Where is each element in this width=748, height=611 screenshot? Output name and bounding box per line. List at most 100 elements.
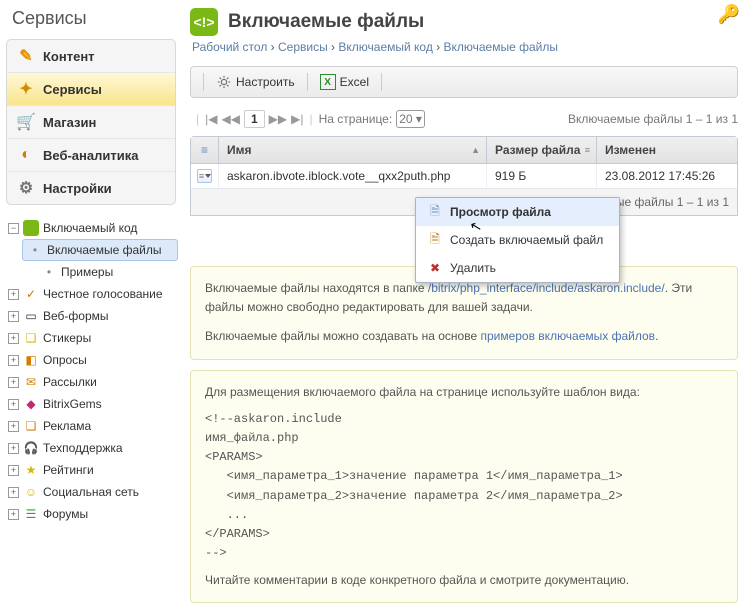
pager-next-icon[interactable]: ▶▶ xyxy=(269,112,287,126)
context-menu: 🗎 Просмотр файла 🗎 Создать включаемый фа… xyxy=(415,197,620,283)
tree-toggle-icon[interactable]: + xyxy=(8,333,19,344)
excel-label: Excel xyxy=(340,75,369,89)
tree-item-0[interactable]: − Включаемый код xyxy=(8,217,178,239)
nav-item-2[interactable]: 🛒 Магазин xyxy=(7,106,175,139)
col-name-header[interactable]: Имя▲ xyxy=(219,137,487,163)
tree-item-12[interactable]: +☺Социальная сеть xyxy=(8,481,178,503)
tree-item-8[interactable]: + ◆ BitrixGems xyxy=(8,393,178,415)
context-delete[interactable]: ✖ Удалить xyxy=(416,254,619,282)
tree-icon: ❏ xyxy=(23,418,39,434)
tree-icon: ◆ xyxy=(23,396,39,412)
tree-toggle-icon[interactable]: − xyxy=(8,223,19,234)
tree-toggle-icon[interactable]: + xyxy=(8,289,19,300)
tree-toggle-icon[interactable]: + xyxy=(8,465,19,476)
tree-item-1[interactable]: •Включаемые файлы xyxy=(22,239,178,261)
col-menu-header[interactable]: ≡ xyxy=(191,137,219,163)
tree-toggle-icon[interactable]: + xyxy=(8,487,19,498)
nav-item-3[interactable]: ◐ Веб-аналитика xyxy=(7,139,175,172)
pager: | |◀ ◀◀ 1 ▶▶ ▶| | На странице: 20 ▾ Вклю… xyxy=(190,110,738,128)
tree-label: Примеры xyxy=(61,265,113,279)
pager-first-icon[interactable]: |◀ xyxy=(205,112,217,126)
tree-icon: ✓ xyxy=(23,286,39,302)
tree-icon: 🎧 xyxy=(23,440,39,456)
nav-icon: ◐ xyxy=(17,146,35,164)
tree-label: Социальная сеть xyxy=(43,485,139,499)
page-title: Включаемые файлы xyxy=(228,11,424,33)
tree-label: Стикеры xyxy=(43,331,91,345)
nav-item-4[interactable]: ⚙ Настройки xyxy=(7,172,175,204)
tree-toggle-icon[interactable]: + xyxy=(8,421,19,432)
nav-label: Веб-аналитика xyxy=(43,148,138,163)
tree-label: Честное голосование xyxy=(43,287,163,301)
nav-item-1[interactable]: ✦Сервисы xyxy=(7,73,175,106)
gear-icon xyxy=(216,74,232,90)
delete-icon: ✖ xyxy=(426,260,444,276)
tree-icon: ▭ xyxy=(23,308,39,324)
breadcrumb-link[interactable]: Сервисы xyxy=(278,40,328,54)
nav-label: Магазин xyxy=(43,115,96,130)
cell-date: 23.08.2012 17:45:26 xyxy=(597,164,737,188)
nav-icon: 🛒 xyxy=(17,113,35,131)
table-row[interactable]: askaron.ibvote.iblock.vote__qxx2puth.php… xyxy=(191,164,737,189)
view-file-icon: 🗎 xyxy=(426,204,444,220)
nav-icon: ✦ xyxy=(17,80,35,98)
tree-toggle-icon[interactable]: + xyxy=(8,355,19,366)
tree-item-7[interactable]: + ✉ Рассылки xyxy=(8,371,178,393)
row-menu-button[interactable] xyxy=(197,169,212,183)
nav-label: Контент xyxy=(43,49,95,64)
breadcrumb-link[interactable]: Включаемый код xyxy=(338,40,432,54)
tree-toggle-icon[interactable]: + xyxy=(8,443,19,454)
tree-icon: ◧ xyxy=(23,352,39,368)
excel-button[interactable]: X Excel xyxy=(314,71,375,93)
tree-icon xyxy=(23,220,39,236)
configure-label: Настроить xyxy=(236,75,295,89)
tree-toggle-icon[interactable]: + xyxy=(8,377,19,388)
tree-item-10[interactable]: + 🎧 Техподдержка xyxy=(8,437,178,459)
info-box-2: Для размещения включаемого файла на стра… xyxy=(190,370,738,604)
tree-item-9[interactable]: +❏Реклама xyxy=(8,415,178,437)
nav-icon: ✎ xyxy=(17,47,35,65)
tree-label: Техподдержка xyxy=(43,441,123,455)
key-icon[interactable]: 🔑 xyxy=(718,4,740,25)
tree-item-5[interactable]: + ❑ Стикеры xyxy=(8,327,178,349)
create-file-icon: 🗎 xyxy=(426,232,444,248)
tree-label: Включаемый код xyxy=(43,221,137,235)
tree-toggle-icon[interactable]: + xyxy=(8,311,19,322)
page-head-icon: <!> xyxy=(190,8,218,36)
tree-icon: ★ xyxy=(23,462,39,478)
col-date-header[interactable]: Изменен xyxy=(597,137,737,163)
pager-last-icon[interactable]: ▶| xyxy=(291,112,303,126)
nav-item-0[interactable]: ✎ Контент xyxy=(7,40,175,73)
breadcrumb-link[interactable]: Включаемые файлы xyxy=(444,40,559,54)
tree-icon: ☰ xyxy=(23,506,39,522)
tree-label: Рассылки xyxy=(43,375,97,389)
pager-prev-icon[interactable]: ◀◀ xyxy=(221,112,239,126)
breadcrumb: Рабочий стол › Сервисы › Включаемый код … xyxy=(190,40,738,54)
col-size-header[interactable]: Размер файла≡ xyxy=(487,137,597,163)
tree-toggle-icon[interactable]: + xyxy=(8,399,19,410)
pager-current[interactable]: 1 xyxy=(244,110,265,128)
per-page-select[interactable]: 20 ▾ xyxy=(396,110,425,128)
tree-toggle-icon[interactable]: + xyxy=(8,509,19,520)
configure-button[interactable]: Настроить xyxy=(210,71,301,93)
documentation-link[interactable]: документацию xyxy=(545,573,626,587)
nav-icon: ⚙ xyxy=(17,179,35,197)
cell-name: askaron.ibvote.iblock.vote__qxx2puth.php xyxy=(219,164,487,188)
tree-icon: ❑ xyxy=(23,330,39,346)
tree-item-11[interactable]: +★Рейтинги xyxy=(8,459,178,481)
tree-item-3[interactable]: + ✓ Честное голосование xyxy=(8,283,178,305)
examples-link[interactable]: примеров включаемых файлов xyxy=(480,329,655,343)
context-create-include[interactable]: 🗎 Создать включаемый файл xyxy=(416,226,619,254)
nav-label: Настройки xyxy=(43,181,112,196)
folder-link[interactable]: /bitrix/php_interface/include/askaron.in… xyxy=(428,281,665,295)
breadcrumb-link[interactable]: Рабочий стол xyxy=(192,40,267,54)
toolbar: Настроить X Excel xyxy=(190,66,738,98)
tree-item-13[interactable]: + ☰ Форумы xyxy=(8,503,178,525)
tree-item-2[interactable]: •Примеры xyxy=(26,261,178,283)
tree-item-6[interactable]: +◧Опросы xyxy=(8,349,178,371)
tree-label: Форумы xyxy=(43,507,88,521)
context-view-file[interactable]: 🗎 Просмотр файла xyxy=(416,198,619,226)
tree-label: BitrixGems xyxy=(43,397,102,411)
tree-icon: ✉ xyxy=(23,374,39,390)
tree-item-4[interactable]: +▭Веб-формы xyxy=(8,305,178,327)
